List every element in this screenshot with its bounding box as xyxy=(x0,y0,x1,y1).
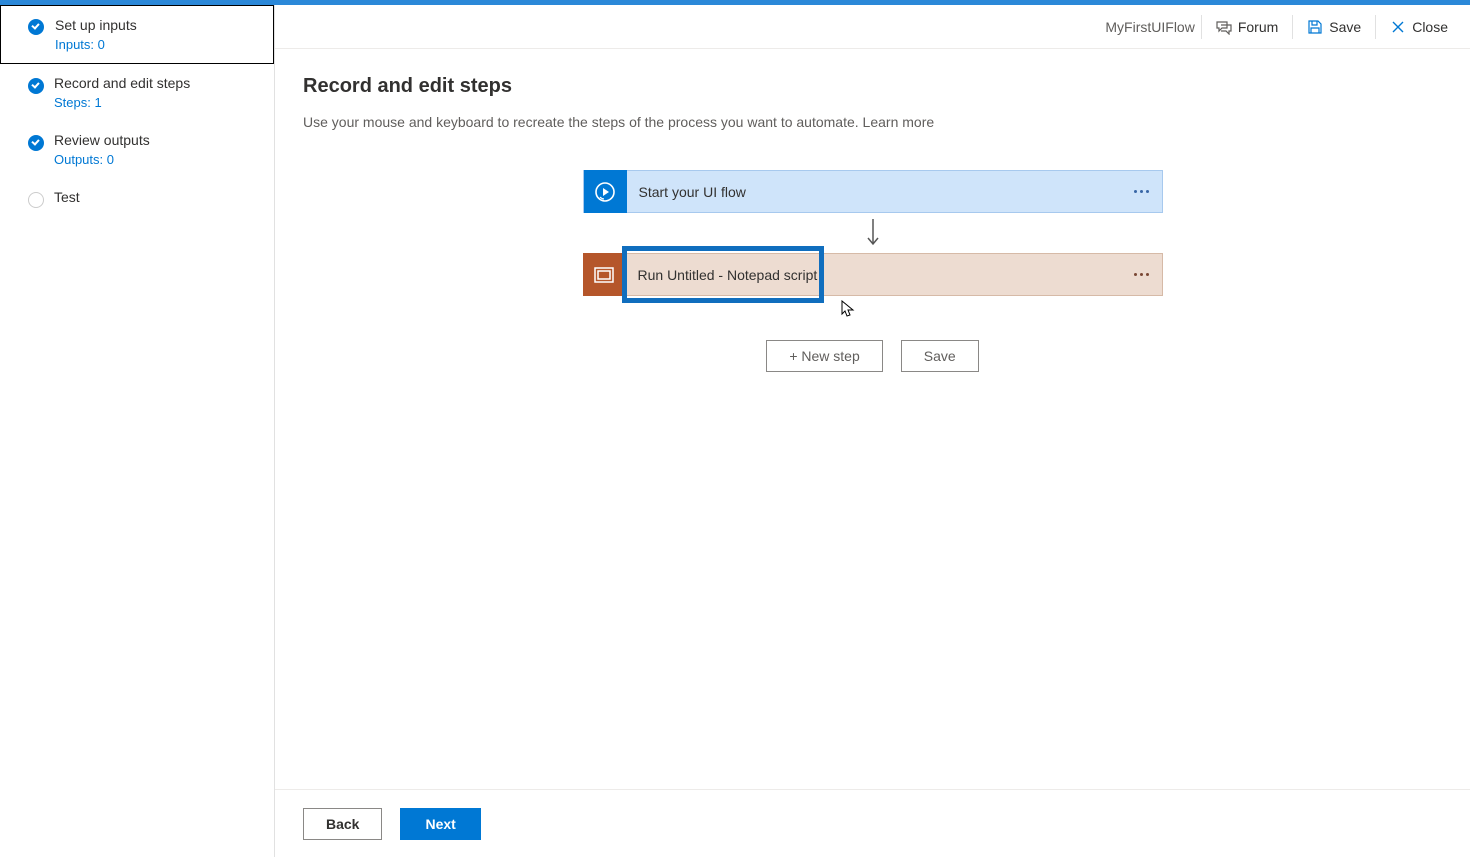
wizard-step-setup-inputs[interactable]: Set up inputs Inputs: 0 xyxy=(0,5,274,64)
circle-icon xyxy=(28,192,44,208)
check-icon xyxy=(28,135,44,151)
wizard-step-label: Record and edit steps xyxy=(54,75,264,91)
new-step-button[interactable]: + New step xyxy=(766,340,882,372)
card-menu-button[interactable] xyxy=(1122,190,1162,193)
header-bar: MyFirstUIFlow Forum Save Close xyxy=(275,5,1470,49)
wizard-step-record-edit[interactable]: Record and edit steps Steps: 1 xyxy=(0,64,274,121)
save-icon xyxy=(1307,19,1323,35)
page-title: Record and edit steps xyxy=(303,75,1442,98)
wizard-step-sub: Outputs: 0 xyxy=(54,152,264,167)
header-save-button[interactable]: Save xyxy=(1293,5,1375,49)
forum-button[interactable]: Forum xyxy=(1202,5,1292,49)
save-label: Save xyxy=(1329,19,1361,35)
close-label: Close xyxy=(1412,19,1448,35)
footer-bar: Back Next xyxy=(275,789,1470,857)
window-icon xyxy=(583,253,626,296)
cursor-icon xyxy=(841,300,855,318)
flow-card-start[interactable]: Start your UI flow xyxy=(583,170,1163,213)
check-icon xyxy=(28,19,44,35)
wizard-step-review-outputs[interactable]: Review outputs Outputs: 0 xyxy=(0,121,274,178)
page-description: Use your mouse and keyboard to recreate … xyxy=(303,114,1442,130)
back-button[interactable]: Back xyxy=(303,808,382,840)
save-button[interactable]: Save xyxy=(901,340,979,372)
flow-card-script[interactable]: Run Untitled - Notepad script xyxy=(583,253,1163,296)
wizard-step-label: Review outputs xyxy=(54,132,264,148)
wizard-step-sub: Inputs: 0 xyxy=(55,37,263,52)
play-icon xyxy=(584,170,627,213)
check-icon xyxy=(28,78,44,94)
wizard-sidebar: Set up inputs Inputs: 0 Record and edit … xyxy=(0,5,275,857)
forum-icon xyxy=(1216,19,1232,35)
more-icon xyxy=(1134,190,1149,193)
more-icon xyxy=(1134,273,1149,276)
learn-more-link[interactable]: Learn more xyxy=(863,114,935,130)
flow-card-label: Start your UI flow xyxy=(627,184,1122,200)
wizard-step-test[interactable]: Test xyxy=(0,178,274,216)
next-button[interactable]: Next xyxy=(400,808,480,840)
flow-card-label: Run Untitled - Notepad script xyxy=(626,267,1122,283)
forum-label: Forum xyxy=(1238,19,1278,35)
close-icon xyxy=(1390,19,1406,35)
header-close-button[interactable]: Close xyxy=(1376,5,1462,49)
arrow-icon xyxy=(863,213,883,253)
wizard-step-sub: Steps: 1 xyxy=(54,95,264,110)
page-description-text: Use your mouse and keyboard to recreate … xyxy=(303,114,863,130)
flow-name: MyFirstUIFlow xyxy=(1105,19,1194,35)
wizard-step-label: Set up inputs xyxy=(55,17,263,33)
card-menu-button[interactable] xyxy=(1122,273,1162,276)
wizard-step-label: Test xyxy=(54,189,264,205)
